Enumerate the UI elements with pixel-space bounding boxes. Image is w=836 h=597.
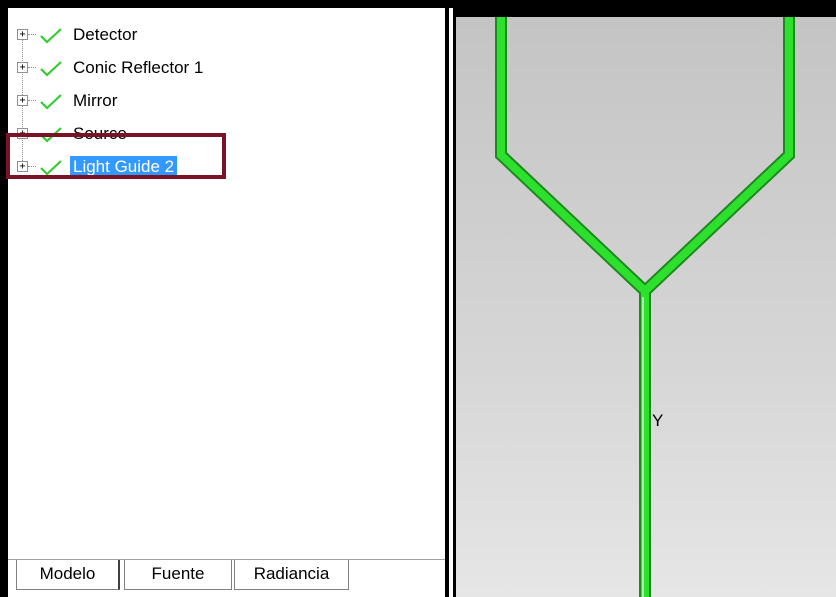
- tree-connector: [28, 67, 36, 68]
- tree-item-label: Conic Reflector 1: [73, 57, 204, 77]
- tab-fuente[interactable]: Fuente: [124, 560, 232, 590]
- checkmark-icon: [40, 27, 62, 44]
- panel-tabs: Modelo Fuente Radiancia: [8, 559, 445, 590]
- tree-item-mirror[interactable]: + Mirror: [8, 84, 445, 117]
- tab-radiancia[interactable]: Radiancia: [234, 560, 349, 590]
- expand-icon[interactable]: +: [17, 95, 28, 106]
- window-frame: [0, 0, 836, 8]
- checkmark-icon: [40, 93, 62, 110]
- tree-item-conic-reflector-1[interactable]: + Conic Reflector 1: [8, 51, 445, 84]
- expand-icon[interactable]: +: [17, 29, 28, 40]
- panel-splitter-highlight: [449, 8, 453, 597]
- tree-connector: [28, 34, 36, 35]
- light-guide-outline: [495, 17, 795, 300]
- light-guide-arms: [497, 17, 793, 297]
- light-guide-model: [495, 17, 795, 597]
- checkmark-icon: [40, 60, 62, 77]
- selection-highlight-box: [6, 133, 226, 179]
- 3d-viewport[interactable]: Y: [456, 17, 836, 597]
- model-tree-panel: + Detector + Conic Reflector 1 + Mirror …: [8, 8, 445, 597]
- expand-icon[interactable]: +: [17, 62, 28, 73]
- tab-modelo[interactable]: Modelo: [16, 560, 120, 590]
- tree-item-label: Mirror: [73, 90, 118, 110]
- tree-item-detector[interactable]: + Detector: [8, 18, 445, 51]
- y-axis-label: Y: [652, 411, 664, 430]
- tree-item-label: Detector: [73, 24, 138, 44]
- tree-connector: [28, 100, 36, 101]
